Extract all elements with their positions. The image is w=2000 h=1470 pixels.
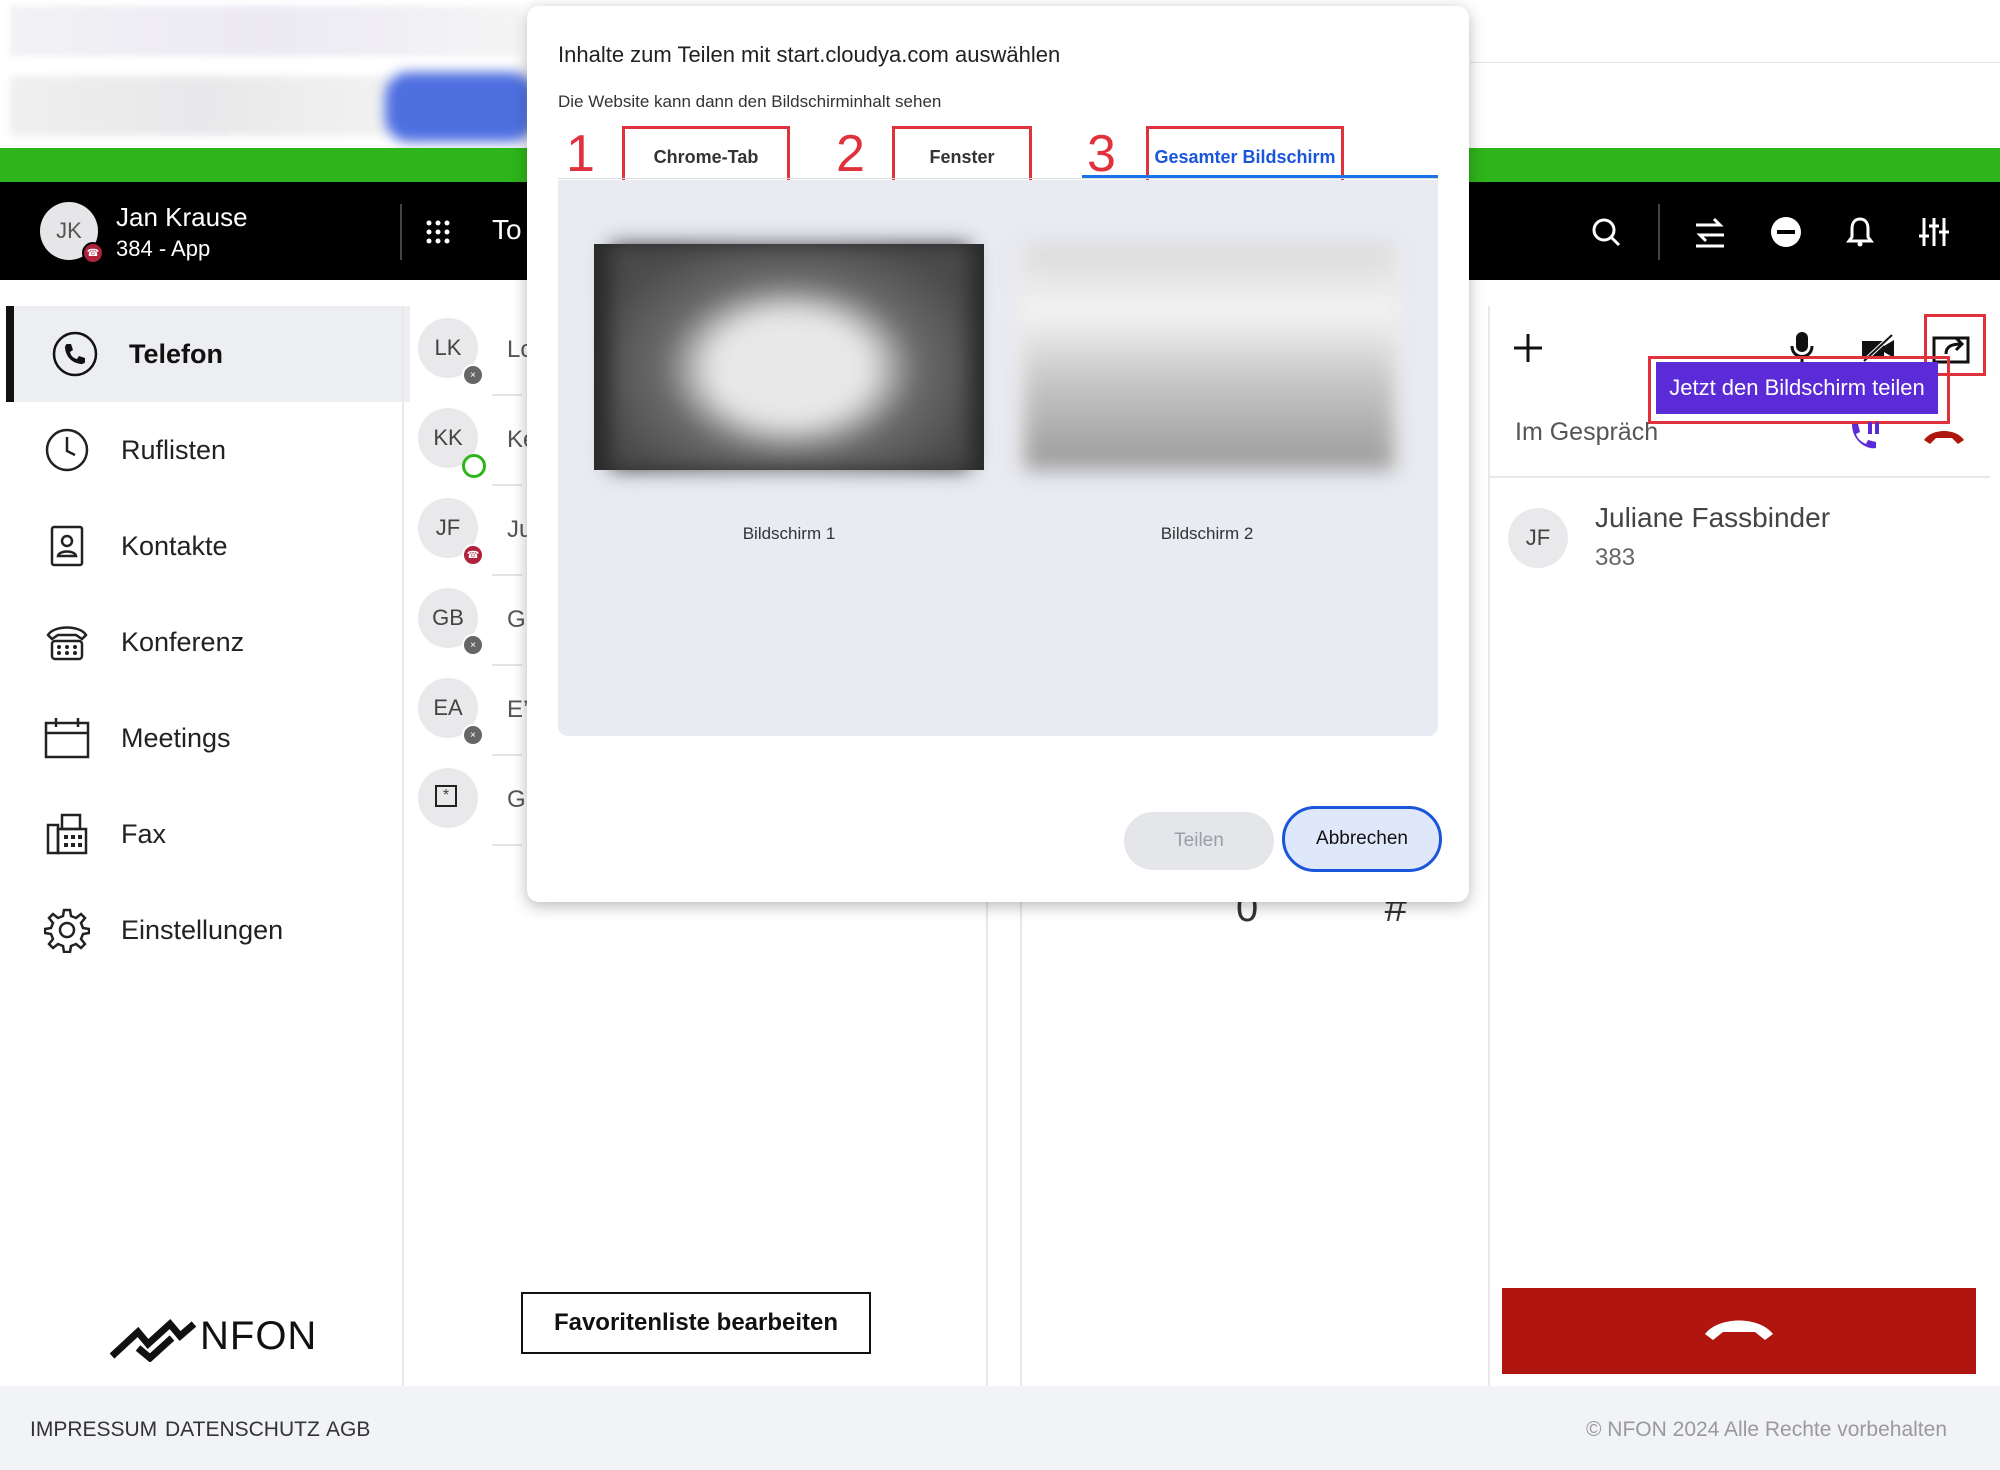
screen-2-label: Bildschirm 2 [1160, 524, 1254, 543]
column-divider [1488, 306, 1490, 1386]
user-extension: 384 - App [116, 236, 211, 261]
sidebar-item-label: Ruflisten [121, 434, 227, 465]
row-divider [492, 664, 522, 666]
blurred-toolbar [10, 6, 520, 56]
sidebar-item-label: Meetings [121, 722, 231, 753]
row-divider [492, 574, 522, 576]
sidebar-item-label: Konferenz [121, 626, 245, 657]
hangup-button[interactable] [1502, 1288, 1976, 1374]
tab-number: 1 [566, 125, 595, 183]
contact-avatar[interactable]: GB × [418, 588, 484, 656]
dnd-icon[interactable] [1766, 212, 1806, 252]
header-divider [1658, 204, 1660, 260]
clock-icon [44, 427, 90, 473]
sidebar-item-label: Telefon [129, 338, 223, 369]
offline-badge-icon: × [462, 364, 484, 386]
contact-name[interactable]: E’ [507, 696, 528, 724]
header-tab[interactable]: To [492, 214, 522, 246]
caller-avatar: JF [1508, 508, 1568, 568]
search-icon[interactable] [1586, 212, 1626, 252]
transfer-icon[interactable] [1690, 212, 1730, 252]
sidebar-item-label: Kontakte [121, 530, 228, 561]
offline-badge-icon: × [462, 724, 484, 746]
user-initials: JK [56, 218, 82, 243]
tab-number: 2 [836, 125, 865, 183]
panel-divider [1490, 476, 1990, 478]
caller-name: Juliane Fassbinder [1595, 502, 1831, 533]
dialog-title: Inhalte zum Teilen mit start.cloudya.com… [558, 42, 1061, 67]
nfon-logo-icon [109, 1318, 197, 1367]
phone-icon [52, 331, 98, 377]
edit-favorites-button[interactable]: Favoritenliste bearbeiten [521, 1292, 871, 1354]
row-divider [492, 754, 522, 756]
contact-initials: EA [433, 695, 463, 720]
contact-avatar[interactable]: JF ☎ [418, 498, 484, 566]
screen-2-thumbnail[interactable] [1024, 244, 1394, 470]
row-divider [492, 484, 522, 486]
contact-avatar[interactable]: EA × [418, 678, 484, 746]
available-badge-icon [462, 454, 486, 478]
sidebar-item-label: Einstellungen [121, 914, 284, 945]
grid-icon[interactable] [418, 212, 458, 252]
contact-avatar[interactable]: LK × [418, 318, 484, 386]
settings-sliders-icon[interactable] [1914, 212, 1954, 252]
footer-link-agb[interactable]: AGB [326, 1418, 370, 1442]
end-call-small-icon[interactable] [1922, 426, 1966, 451]
active-tab-indicator [1082, 175, 1438, 178]
row-divider [492, 844, 522, 846]
footer-link-impressum[interactable]: IMPRESSUM [30, 1418, 157, 1442]
offline-badge-icon: × [462, 634, 484, 656]
cancel-button[interactable]: Abbrechen [1282, 806, 1442, 872]
bell-icon[interactable] [1840, 212, 1880, 252]
nfon-logo-text: NFON [200, 1314, 318, 1358]
conference-phone-icon [44, 619, 90, 665]
header-divider [400, 204, 402, 260]
contact-avatar[interactable]: KK [418, 408, 486, 478]
blurred-address-bar [10, 76, 390, 136]
user-avatar[interactable]: JK ☎ [40, 202, 104, 264]
footer-link-datenschutz[interactable]: DATENSCHUTZ [165, 1418, 320, 1442]
group-star-icon: * [435, 785, 457, 807]
in-call-badge-icon: ☎ [82, 242, 104, 264]
contact-avatar[interactable]: * [418, 768, 478, 828]
row-divider [492, 394, 522, 396]
calendar-icon [44, 715, 90, 761]
contact-initials: KK [433, 425, 463, 450]
user-name: Jan Krause [116, 202, 248, 232]
tab-divider [558, 178, 1438, 179]
column-divider [402, 306, 404, 1386]
in-call-badge-icon: ☎ [462, 544, 484, 566]
contact-initials: GB [432, 605, 464, 630]
sidebar-item-konferenz[interactable]: Konferenz [6, 594, 402, 690]
dialog-subtitle: Die Website kann dann den Bildschirminha… [558, 92, 942, 111]
caller-number: 383 [1595, 544, 1636, 571]
blurred-button [385, 72, 535, 142]
contact-name[interactable]: G [507, 606, 526, 634]
sidebar-item-kontakte[interactable]: Kontakte [6, 498, 402, 594]
caller-initials: JF [1525, 525, 1551, 550]
contact-card-icon [44, 523, 90, 569]
gear-icon [44, 907, 90, 953]
call-status: Im Gespräch [1515, 418, 1659, 446]
hangup-icon [1701, 1314, 1777, 1349]
screen-1-label: Bildschirm 1 [742, 524, 836, 543]
sidebar-item-ruflisten[interactable]: Ruflisten [6, 402, 402, 498]
browser-divider [1470, 62, 2000, 63]
hold-icon[interactable] [1846, 420, 1882, 457]
sidebar-item-telefon[interactable]: Telefon [6, 306, 410, 402]
screen-1-thumbnail[interactable] [610, 244, 970, 470]
share-button[interactable]: Teilen [1124, 812, 1274, 870]
share-screen-tooltip: Jetzt den Bildschirm teilen [1656, 362, 1938, 414]
footer-copyright: © NFON 2024 Alle Rechte vorbehalten [1586, 1418, 1947, 1441]
sidebar-item-einstellungen[interactable]: Einstellungen [6, 882, 402, 978]
sidebar-item-meetings[interactable]: Meetings [6, 690, 402, 786]
add-call-icon[interactable] [1506, 326, 1550, 370]
fax-icon [44, 811, 90, 857]
contact-name[interactable]: G [507, 786, 526, 814]
contact-initials: LK [434, 335, 462, 360]
sidebar-item-fax[interactable]: Fax [6, 786, 402, 882]
sidebar-item-label: Fax [121, 818, 167, 849]
contact-initials: JF [435, 515, 461, 540]
